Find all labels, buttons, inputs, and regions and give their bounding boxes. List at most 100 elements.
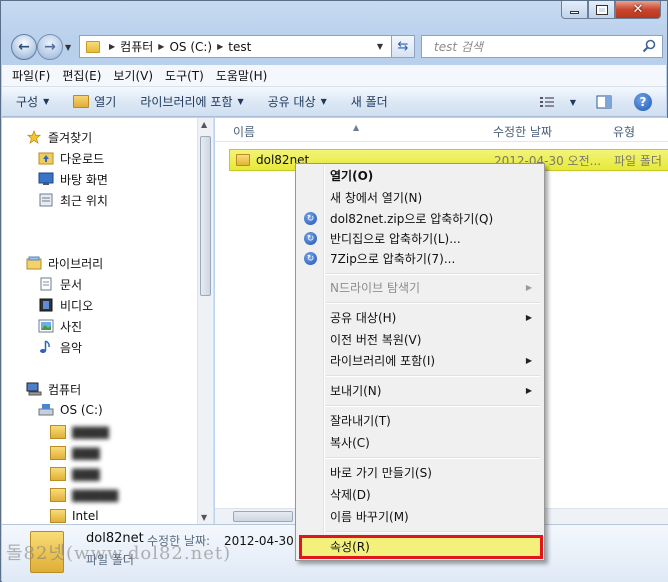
ctx-rename[interactable]: 이름 바꾸기(M)	[298, 506, 542, 527]
nav-music-label: 음악	[60, 340, 83, 355]
bandizip-icon: ↻	[304, 232, 317, 245]
ctx-7zip-label: 7Zip으로 압축하기(7)...	[330, 252, 456, 266]
recent-pages-dropdown[interactable]: ▼	[65, 43, 71, 52]
nav-blurred-folder[interactable]: ▇▇▇	[50, 444, 100, 462]
nav-desktop[interactable]: 바탕 화면	[38, 170, 108, 188]
ctx-properties-label: 속성(R)	[330, 540, 370, 554]
ctx-share[interactable]: 공유 대상(H) ▶	[298, 307, 542, 328]
nav-computer-label: 컴퓨터	[48, 382, 82, 397]
documents-icon	[40, 277, 52, 291]
caret-down-icon: ▼	[43, 97, 50, 106]
breadcrumb-os-drive[interactable]: OS (C:)	[169, 40, 212, 54]
view-dropdown-icon[interactable]: ▼	[570, 98, 576, 107]
nav-recent[interactable]: 최근 위치	[38, 191, 108, 209]
nav-scrollbar[interactable]: ▲ ▼	[197, 118, 213, 524]
ctx-library[interactable]: 라이브러리에 포함(I) ▶	[298, 350, 542, 371]
ctx-open-new-window[interactable]: 새 창에서 열기(N)	[298, 187, 542, 208]
ctx-rename-label: 이름 바꾸기(M)	[330, 510, 409, 524]
close-icon: ✕	[632, 2, 644, 17]
ctx-bandizip-label: 반디집으로 압축하기(L)...	[330, 232, 461, 246]
nav-music[interactable]: 음악	[38, 338, 82, 356]
ctx-ndrive[interactable]: N드라이브 탐색기 ▶	[298, 277, 542, 298]
ctx-cut-label: 잘라내기(T)	[330, 414, 391, 428]
refresh-button[interactable]: ⇆	[391, 35, 415, 58]
breadcrumb-computer[interactable]: 컴퓨터	[120, 38, 153, 55]
include-library-label: 라이브러리에 포함	[140, 95, 233, 109]
nav-blurred-folder[interactable]: ▇▇▇	[50, 465, 100, 483]
menu-file[interactable]: 파일(F)	[12, 67, 50, 84]
menu-tools[interactable]: 도구(T)	[165, 67, 204, 84]
ctx-7zip[interactable]: ↻ 7Zip으로 압축하기(7)...	[298, 248, 542, 269]
nav-favorites-label: 즐겨찾기	[48, 130, 93, 145]
ctx-properties[interactable]: 속성(R)	[298, 536, 542, 557]
search-input[interactable]: test 검색	[421, 35, 663, 58]
chevron-right-icon[interactable]: ▶	[109, 42, 115, 51]
nav-videos[interactable]: 비디오	[38, 296, 93, 314]
open-button[interactable]: 열기	[73, 93, 116, 110]
column-modified[interactable]: 수정한 날짜	[493, 123, 552, 140]
minimize-button[interactable]	[561, 1, 588, 19]
menu-separator	[326, 273, 540, 275]
ctx-bandizip[interactable]: ↻ 반디집으로 압축하기(L)...	[298, 228, 542, 249]
folder-icon	[50, 446, 66, 460]
nav-documents-label: 문서	[60, 277, 83, 292]
nav-os-drive[interactable]: OS (C:)	[38, 401, 103, 419]
ctx-delete-label: 삭제(D)	[330, 488, 371, 502]
chevron-right-icon[interactable]: ▶	[217, 42, 223, 51]
new-folder-label: 새 폴더	[350, 95, 388, 109]
nav-favorites[interactable]: 즐겨찾기	[26, 128, 92, 146]
submenu-arrow-icon: ▶	[525, 356, 532, 365]
preview-pane-icon[interactable]	[596, 95, 612, 109]
address-bar[interactable]: ▶ 컴퓨터 ▶ OS (C:) ▶ test ▼	[79, 35, 415, 58]
ctx-delete[interactable]: 삭제(D)	[298, 484, 542, 505]
navigation-pane: 즐겨찾기 다운로드 바탕 화면 최근 위치 라이브러리 문서 비디오 사진 음악…	[2, 118, 214, 524]
maximize-icon	[595, 4, 608, 15]
menu-help[interactable]: 도움말(H)	[216, 67, 268, 84]
nav-documents[interactable]: 문서	[38, 275, 82, 293]
address-dropdown[interactable]: ▼	[372, 42, 388, 51]
column-type[interactable]: 유형	[613, 123, 635, 140]
back-button[interactable]: ←	[11, 34, 37, 60]
forward-button[interactable]: →	[37, 34, 63, 60]
scrollbar-thumb[interactable]	[233, 511, 293, 522]
chevron-right-icon[interactable]: ▶	[158, 42, 164, 51]
folder-icon	[236, 154, 250, 166]
nav-computer[interactable]: 컴퓨터	[26, 380, 81, 398]
include-library-button[interactable]: 라이브러리에 포함 ▼	[140, 93, 243, 110]
menu-edit[interactable]: 편집(E)	[62, 67, 101, 84]
close-button[interactable]: ✕	[615, 1, 661, 19]
nav-videos-label: 비디오	[60, 298, 94, 313]
ctx-send-to[interactable]: 보내기(N) ▶	[298, 380, 542, 401]
view-options-icon[interactable]	[539, 95, 555, 109]
organize-button[interactable]: 구성 ▼	[16, 93, 49, 110]
bandizip-icon: ↻	[304, 252, 317, 265]
breadcrumb-test[interactable]: test	[228, 40, 251, 54]
menu-view[interactable]: 보기(V)	[113, 67, 153, 84]
ctx-create-shortcut[interactable]: 바로 가기 만들기(S)	[298, 462, 542, 483]
ctx-zip-compress[interactable]: ↻ dol82net.zip으로 압축하기(Q)	[298, 208, 542, 229]
nav-downloads[interactable]: 다운로드	[38, 149, 104, 167]
scroll-up-icon[interactable]: ▲	[201, 120, 207, 129]
scrollbar-thumb[interactable]	[200, 136, 211, 296]
maximize-button[interactable]	[588, 1, 615, 19]
blurred-folder-label: ▇▇▇	[72, 446, 100, 460]
view-tools: ▼ ?	[539, 93, 652, 111]
scroll-down-icon[interactable]: ▼	[201, 513, 207, 522]
ctx-open[interactable]: 열기(O)	[298, 165, 542, 186]
nav-pictures[interactable]: 사진	[38, 317, 82, 335]
column-name[interactable]: 이름	[233, 123, 255, 140]
ctx-restore[interactable]: 이전 버전 복원(V)	[298, 329, 542, 350]
share-button[interactable]: 공유 대상 ▼	[268, 93, 327, 110]
new-folder-button[interactable]: 새 폴더	[351, 93, 388, 110]
caret-down-icon: ▼	[320, 97, 327, 106]
nav-libraries[interactable]: 라이브러리	[26, 254, 103, 272]
ctx-cut[interactable]: 잘라내기(T)	[298, 410, 542, 431]
nav-blurred-folder[interactable]: ▇▇▇▇	[50, 423, 109, 441]
nav-intel[interactable]: Intel	[50, 507, 99, 524]
nav-blurred-folder[interactable]: ▇▇▇▇▇	[50, 486, 118, 504]
search-icon	[642, 39, 656, 53]
help-icon[interactable]: ?	[634, 93, 652, 111]
ctx-copy[interactable]: 복사(C)	[298, 432, 542, 453]
menu-separator	[326, 375, 540, 377]
nav-recent-label: 최근 위치	[60, 193, 108, 208]
